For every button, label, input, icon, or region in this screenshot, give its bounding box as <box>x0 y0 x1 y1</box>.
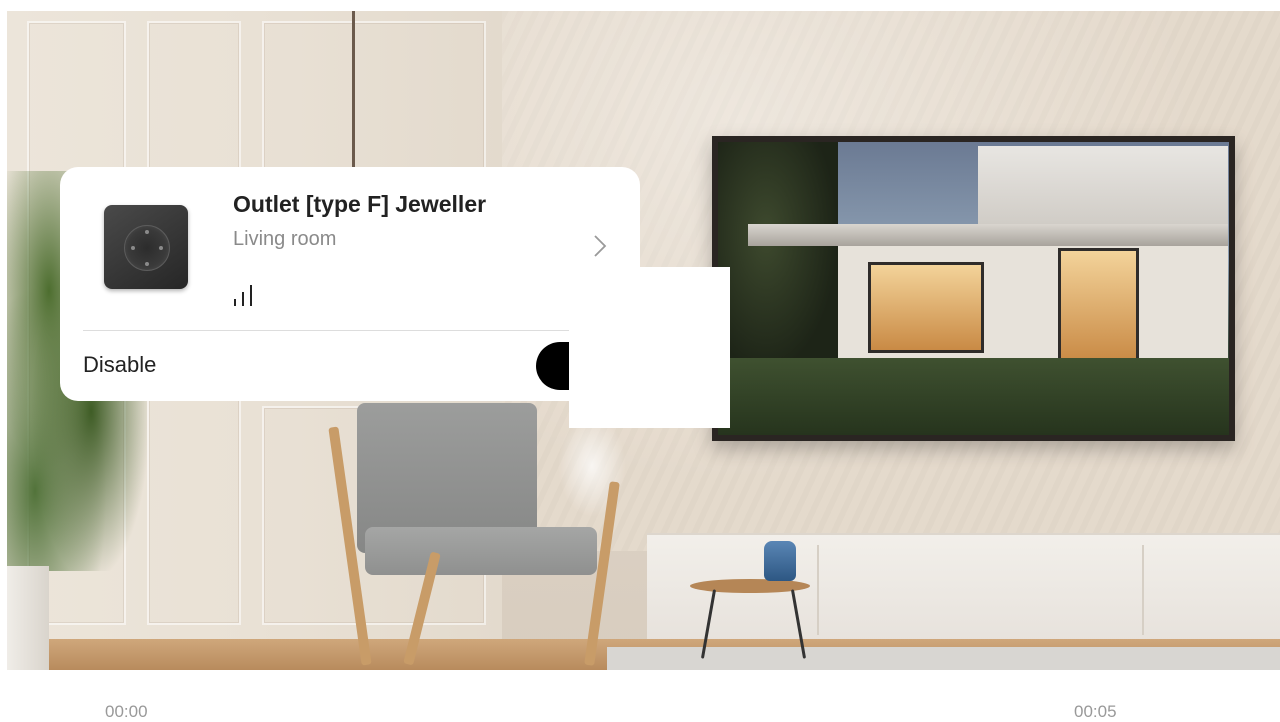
outlet-type-f-icon <box>104 205 188 289</box>
device-card[interactable]: Outlet [type F] Jeweller Living room Dis… <box>60 167 640 401</box>
wall-panel <box>262 21 486 185</box>
blank-overlay <box>569 267 730 428</box>
divider <box>83 330 613 331</box>
device-room: Living room <box>233 228 337 250</box>
socket-face <box>124 225 170 271</box>
cabinet-door <box>1142 545 1144 635</box>
socket-dot <box>145 262 149 266</box>
house-upper-floor <box>978 146 1228 228</box>
chevron-right-icon[interactable] <box>593 234 607 258</box>
total-duration: 00:05 <box>1074 702 1117 721</box>
house-window <box>1058 248 1139 364</box>
socket-dot <box>131 246 135 250</box>
cabinet-door <box>817 545 819 635</box>
door-edge <box>352 11 355 181</box>
current-time: 00:00 <box>105 702 148 721</box>
socket-dot <box>145 230 149 234</box>
blue-vase <box>764 541 796 581</box>
armchair-seat <box>365 527 597 575</box>
plant-pot <box>7 566 49 670</box>
house-window <box>868 262 984 353</box>
signal-strength-icon <box>234 284 258 306</box>
lawn <box>718 358 1229 435</box>
disable-label: Disable <box>83 352 157 377</box>
wall-tv <box>712 136 1235 441</box>
device-name: Outlet [type F] Jeweller <box>233 191 487 217</box>
tv-screen <box>718 142 1229 435</box>
rug <box>607 647 1280 670</box>
house-slab <box>748 224 1228 246</box>
socket-dot <box>159 246 163 250</box>
trees <box>718 142 838 372</box>
